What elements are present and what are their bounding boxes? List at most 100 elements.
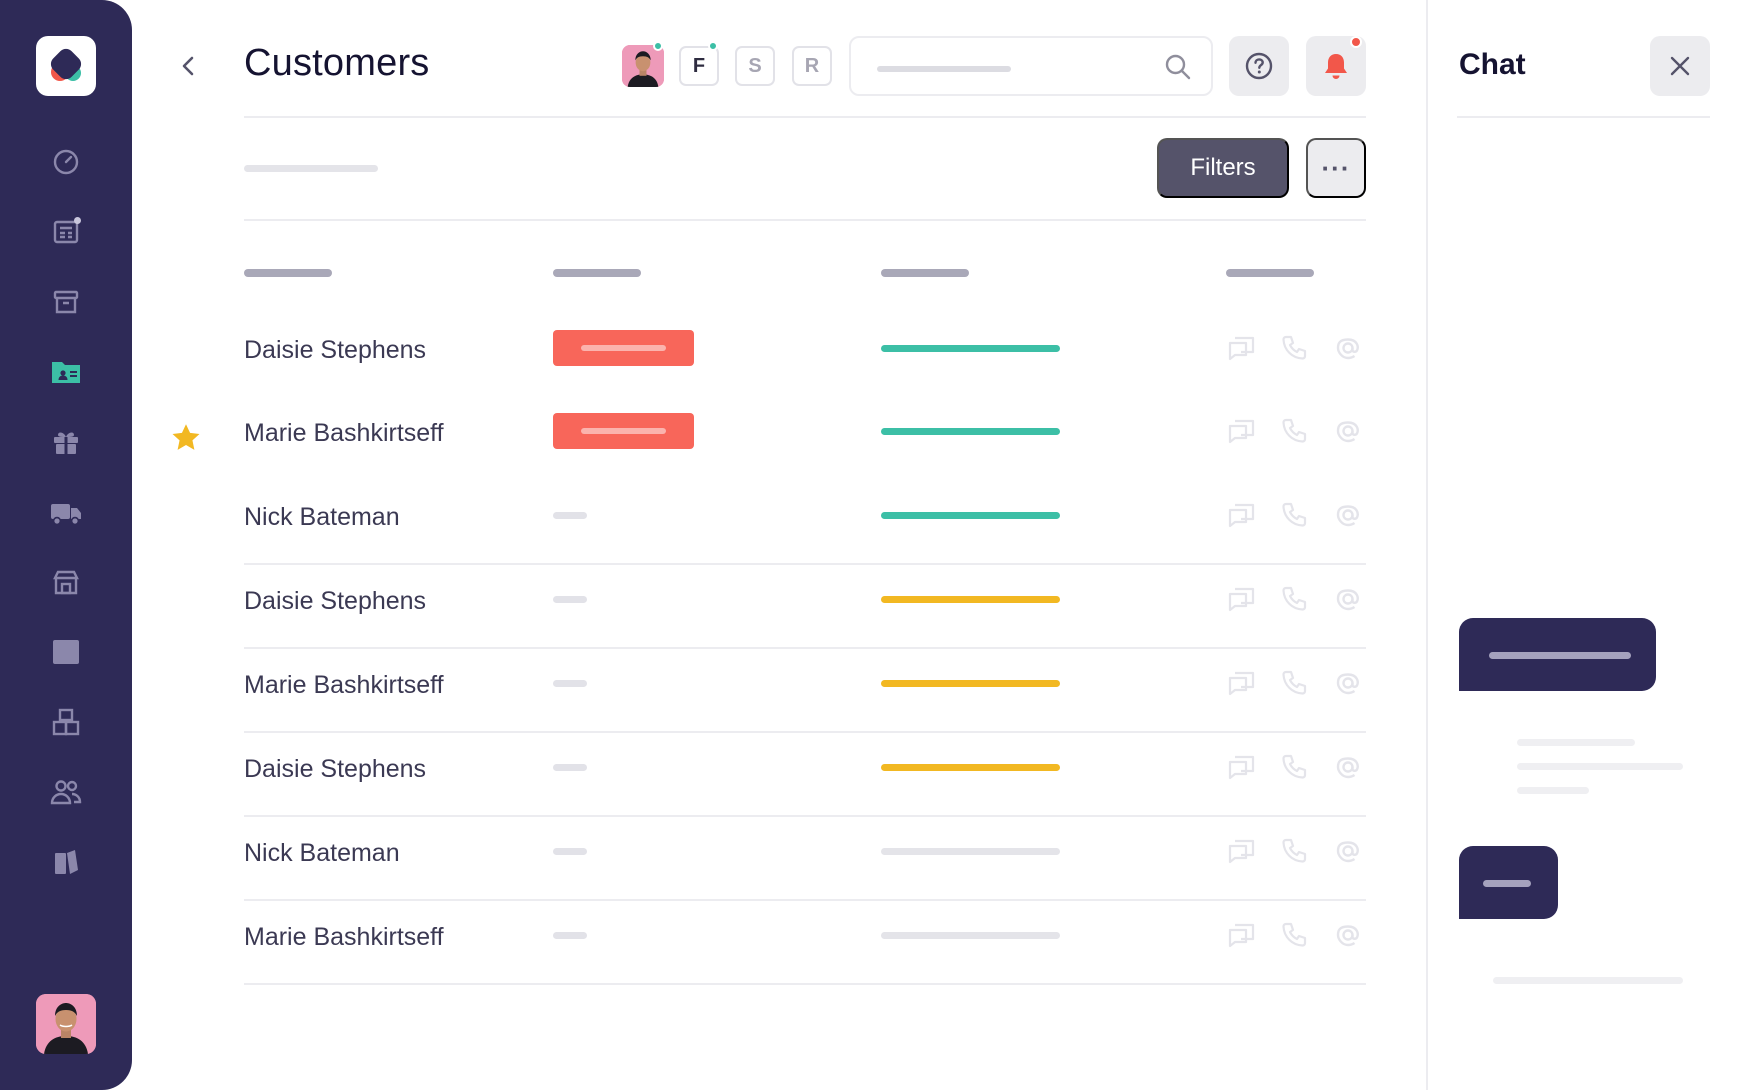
customer-folder-icon[interactable] xyxy=(45,351,87,393)
search-input[interactable] xyxy=(849,36,1213,96)
search-icon[interactable] xyxy=(1163,52,1193,87)
at-sign-icon[interactable] xyxy=(1330,581,1366,617)
customer-name[interactable]: Marie Bashkirtseff xyxy=(244,671,444,700)
row-actions xyxy=(1224,917,1366,953)
square-icon[interactable] xyxy=(45,631,87,673)
table-row[interactable]: Daisie Stephens xyxy=(244,733,1366,817)
table-row[interactable]: Marie Bashkirtseff xyxy=(244,397,1366,481)
chat-bubbles-icon[interactable] xyxy=(1224,330,1260,366)
row-actions xyxy=(1224,581,1366,617)
help-button[interactable] xyxy=(1229,36,1289,96)
at-sign-icon[interactable] xyxy=(1330,917,1366,953)
back-chevron-icon[interactable] xyxy=(172,50,204,82)
table-row[interactable]: Marie Bashkirtseff xyxy=(244,901,1366,985)
chat-bubbles-icon[interactable] xyxy=(1224,665,1260,701)
column-header-name[interactable] xyxy=(244,269,332,277)
phone-icon[interactable] xyxy=(1276,749,1312,785)
column-header-actions[interactable] xyxy=(1226,269,1314,277)
header-divider xyxy=(244,116,1366,118)
app-logo-icon[interactable] xyxy=(36,36,96,96)
store-icon[interactable] xyxy=(45,561,87,603)
row-actions xyxy=(1224,665,1366,701)
chat-title: Chat xyxy=(1459,48,1526,81)
help-icon xyxy=(1245,52,1273,80)
chat-bubbles-icon[interactable] xyxy=(1224,497,1260,533)
status-empty-dash xyxy=(553,680,587,687)
chat-message-bubble[interactable] xyxy=(1459,846,1558,919)
status-badge-placeholder xyxy=(581,428,666,434)
archive-box-icon[interactable] xyxy=(45,281,87,323)
status-badge xyxy=(553,413,694,449)
dashboard-gauge-icon[interactable] xyxy=(45,141,87,183)
phone-icon[interactable] xyxy=(1276,917,1312,953)
status-empty-dash xyxy=(553,764,587,771)
bell-icon xyxy=(1325,54,1347,79)
progress-bar xyxy=(881,345,1060,352)
phone-icon[interactable] xyxy=(1276,833,1312,869)
collaborator-avatar[interactable] xyxy=(622,45,664,87)
chat-bubbles-icon[interactable] xyxy=(1224,413,1260,449)
notifications-button[interactable] xyxy=(1306,36,1366,96)
phone-icon[interactable] xyxy=(1276,330,1312,366)
table-row[interactable]: Daisie Stephens xyxy=(244,565,1366,649)
progress-bar xyxy=(881,680,1060,687)
customer-name[interactable]: Daisie Stephens xyxy=(244,755,426,784)
notification-badge xyxy=(1350,36,1362,48)
at-sign-icon[interactable] xyxy=(1330,833,1366,869)
collaborator-initial: R xyxy=(804,54,820,77)
at-sign-icon[interactable] xyxy=(1330,330,1366,366)
status-badge xyxy=(553,330,694,366)
table-row[interactable]: Nick Bateman xyxy=(244,817,1366,901)
chat-bubbles-icon[interactable] xyxy=(1224,833,1260,869)
status-empty-dash xyxy=(553,848,587,855)
chat-bubbles-icon[interactable] xyxy=(1224,581,1260,617)
toolbar-divider xyxy=(244,219,1366,221)
progress-bar xyxy=(881,932,1060,939)
collaborator-r[interactable]: R xyxy=(792,46,832,86)
filters-button[interactable]: Filters xyxy=(1157,138,1289,198)
column-header-status[interactable] xyxy=(553,269,641,277)
users-icon[interactable] xyxy=(45,771,87,813)
delivery-truck-icon[interactable] xyxy=(45,491,87,533)
row-actions xyxy=(1224,749,1366,785)
message-placeholder-line xyxy=(1489,652,1631,659)
reply-placeholder-line xyxy=(1517,763,1683,770)
chat-bubbles-icon[interactable] xyxy=(1224,749,1260,785)
close-chat-button[interactable] xyxy=(1650,36,1710,96)
collaborator-s[interactable]: S xyxy=(735,46,775,86)
customer-name[interactable]: Marie Bashkirtseff xyxy=(244,419,444,448)
sidebar xyxy=(0,0,132,1090)
at-sign-icon[interactable] xyxy=(1330,497,1366,533)
phone-icon[interactable] xyxy=(1276,497,1312,533)
phone-icon[interactable] xyxy=(1276,413,1312,449)
at-sign-icon[interactable] xyxy=(1330,749,1366,785)
phone-icon[interactable] xyxy=(1276,581,1312,617)
customer-name[interactable]: Nick Bateman xyxy=(244,839,400,868)
newspaper-icon[interactable] xyxy=(45,211,87,253)
at-sign-icon[interactable] xyxy=(1330,665,1366,701)
chat-message-bubble[interactable] xyxy=(1459,618,1656,691)
user-avatar[interactable] xyxy=(36,994,96,1054)
message-placeholder-line xyxy=(1483,880,1531,887)
collaborator-f[interactable]: F xyxy=(679,46,719,86)
progress-bar xyxy=(881,428,1060,435)
table-row[interactable]: Marie Bashkirtseff xyxy=(244,649,1366,733)
gift-icon[interactable] xyxy=(45,421,87,463)
table-row[interactable]: Daisie Stephens xyxy=(244,314,1366,398)
customer-name[interactable]: Daisie Stephens xyxy=(244,587,426,616)
boxes-icon[interactable] xyxy=(45,701,87,743)
column-header-progress[interactable] xyxy=(881,269,969,277)
more-options-button[interactable]: ··· xyxy=(1306,138,1366,198)
favorite-star-icon[interactable] xyxy=(168,420,204,456)
customer-name[interactable]: Nick Bateman xyxy=(244,503,400,532)
books-icon[interactable] xyxy=(45,841,87,883)
progress-bar xyxy=(881,512,1060,519)
row-actions xyxy=(1224,833,1366,869)
phone-icon[interactable] xyxy=(1276,665,1312,701)
customer-name[interactable]: Marie Bashkirtseff xyxy=(244,923,444,952)
at-sign-icon[interactable] xyxy=(1330,413,1366,449)
chat-bubbles-icon[interactable] xyxy=(1224,917,1260,953)
customer-name[interactable]: Daisie Stephens xyxy=(244,336,426,365)
progress-bar xyxy=(881,764,1060,771)
table-row[interactable]: Nick Bateman xyxy=(244,481,1366,565)
